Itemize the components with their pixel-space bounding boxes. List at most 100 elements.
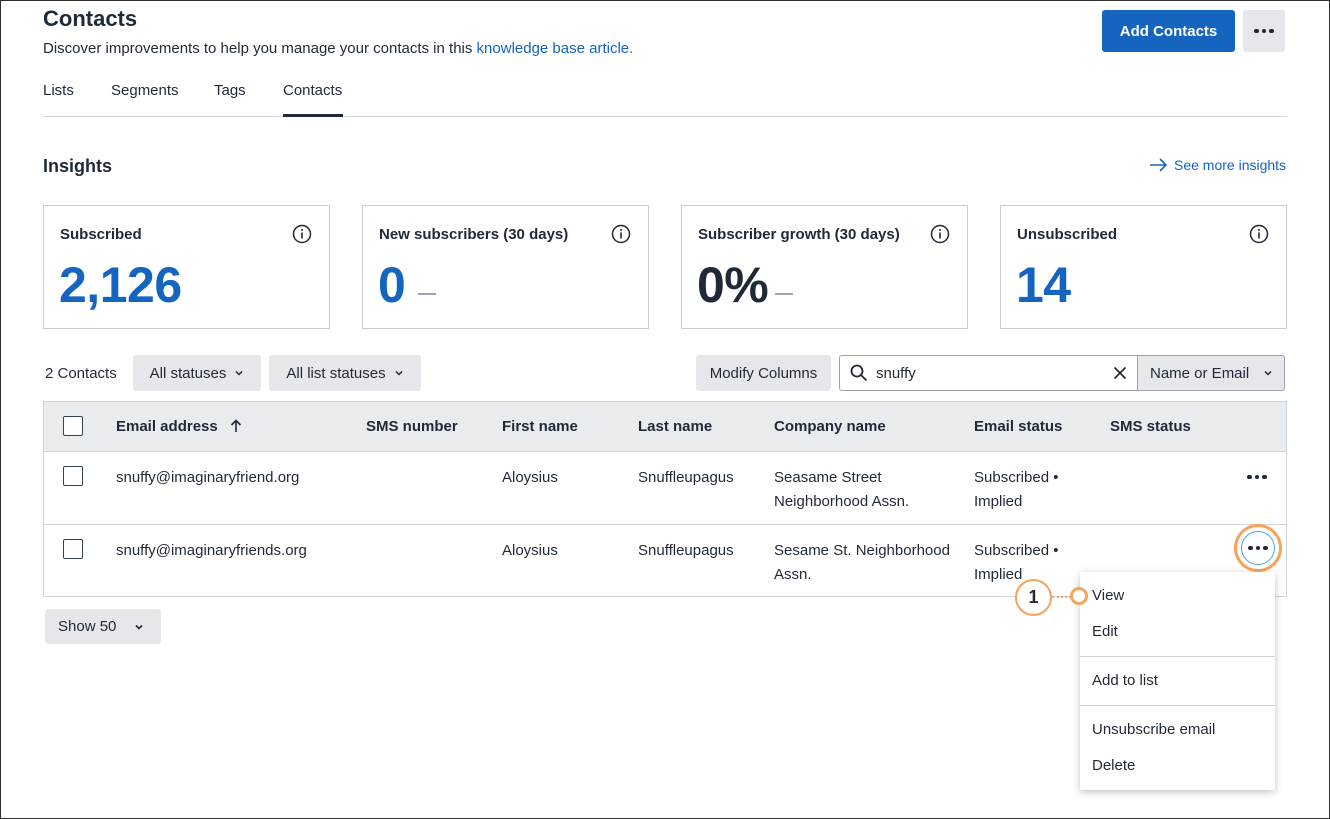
card-value: 0% [697,257,769,313]
search-box [839,355,1138,391]
column-header-company[interactable]: Company name [774,418,886,435]
page-size-label: Show 50 [58,618,117,635]
cell-company: Sesame St. Neighborhood Assn. [774,539,950,587]
trend-dash [775,293,793,295]
info-icon[interactable] [930,224,950,244]
select-all-checkbox[interactable] [63,416,83,436]
page-size-dropdown[interactable]: Show 50 [45,609,161,644]
subtitle-text: Discover improvements to help you manage… [43,40,477,57]
card-label: New subscribers (30 days) [379,226,569,243]
add-contacts-button[interactable]: Add Contacts [1102,10,1235,52]
cell-first-name: Aloysius [502,469,558,486]
column-header-sms-status[interactable]: SMS status [1110,418,1191,435]
list-status-filter-dropdown[interactable]: All list statuses [269,355,421,391]
sort-ascending-icon [230,419,241,432]
card-label: Subscribed [60,226,142,243]
cell-email-status-line: Implied [974,493,1023,510]
row-actions-button[interactable] [1246,466,1268,488]
search-scope-dropdown[interactable]: Name or Email [1138,355,1285,391]
card-label: Subscriber growth (30 days) [698,226,900,243]
cell-email-status-line: Subscribed • [974,542,1059,559]
cell-company-line: Neighborhood Assn. [774,493,910,510]
column-header-email-status[interactable]: Email status [974,418,1062,435]
search-icon [850,364,868,382]
info-icon[interactable] [292,224,312,244]
tab-contacts[interactable]: Contacts [283,82,343,117]
insight-card-subscribed: Subscribed 2,126 [43,205,330,329]
trend-dash [418,293,436,295]
search-scope-label: Name or Email [1150,364,1250,382]
column-header-first-name[interactable]: First name [502,418,578,435]
cell-company: Seasame Street Neighborhood Assn. [774,466,909,514]
info-icon[interactable] [611,224,631,244]
cell-last-name: Snuffleupagus [638,542,734,559]
tab-bar: Lists Segments Tags Contacts [43,82,1287,117]
callout-connector [1052,596,1071,598]
tab-lists[interactable]: Lists [43,82,75,117]
card-value: 2,126 [59,257,182,313]
table-row[interactable]: snuffy@imaginaryfriend.org Aloysius Snuf… [44,452,1286,525]
menu-divider [1080,705,1275,706]
menu-item-delete[interactable]: Delete [1092,757,1135,774]
insight-card-unsubscribed: Unsubscribed 14 [1000,205,1287,329]
cell-email[interactable]: snuffy@imaginaryfriend.org [116,466,299,490]
more-horizontal-icon [1254,28,1274,34]
row-actions-button-inner [1241,531,1275,565]
header-more-button[interactable] [1243,10,1285,52]
modify-columns-button[interactable]: Modify Columns [696,355,831,391]
chevron-down-icon [135,624,143,630]
cell-email-status-line: Subscribed • [974,469,1059,486]
cell-email-status: Subscribed • Implied [974,466,1058,514]
tab-segments[interactable]: Segments [111,82,179,117]
menu-item-view[interactable]: View [1092,587,1124,604]
cell-company-line: Sesame St. Neighborhood [774,542,950,559]
cell-company-line: Assn. [774,566,812,583]
chevron-down-icon [1264,370,1272,376]
card-label: Unsubscribed [1017,226,1118,243]
see-more-label: See more insights [1174,157,1287,173]
cell-company-line: Seasame Street [774,469,882,486]
status-filter-dropdown[interactable]: All statuses [133,355,261,391]
column-header-email[interactable]: Email address [116,418,242,435]
column-header-last-name[interactable]: Last name [638,418,712,435]
menu-item-edit[interactable]: Edit [1092,623,1118,640]
cell-last-name: Snuffleupagus [638,469,734,486]
clear-search-icon[interactable] [1113,366,1127,380]
contacts-count: 2 Contacts [45,365,117,382]
card-value: 0 [378,257,406,313]
table-header: Email address SMS number First name Last… [44,402,1286,452]
cell-email-status: Subscribed • Implied [974,539,1058,587]
column-header-sms[interactable]: SMS number [366,418,458,435]
see-more-insights-link[interactable]: See more insights [1150,157,1286,173]
search-input[interactable] [876,362,1106,384]
row-checkbox[interactable] [63,466,83,486]
page-title: Contacts [43,6,138,31]
cell-email[interactable]: snuffy@imaginaryfriends.org [116,539,307,563]
menu-divider [1080,656,1275,657]
cell-first-name: Aloysius [502,542,558,559]
chevron-down-icon [395,370,403,376]
knowledge-base-link[interactable]: knowledge base article. [477,40,634,57]
more-horizontal-icon [1248,545,1268,551]
row-actions-button-highlighted[interactable] [1234,524,1282,572]
row-actions-menu: View Edit Add to list Unsubscribe email … [1080,572,1275,790]
callout-target-dot [1070,587,1088,605]
menu-item-add-to-list[interactable]: Add to list [1092,672,1158,689]
tab-tags[interactable]: Tags [214,82,247,117]
insight-card-subscriber-growth: Subscriber growth (30 days) 0% [681,205,968,329]
card-value: 14 [1016,257,1071,313]
column-header-email-label: Email address [116,418,218,435]
more-horizontal-icon [1247,474,1267,480]
insight-card-new-subscribers: New subscribers (30 days) 0 [362,205,649,329]
menu-item-unsubscribe-email[interactable]: Unsubscribe email [1092,721,1215,738]
row-checkbox[interactable] [63,539,83,559]
arrow-right-icon [1150,158,1168,172]
list-status-filter-label: All list statuses [286,364,386,382]
chevron-down-icon [235,370,243,376]
insights-title: Insights [43,156,113,176]
contacts-table: Email address SMS number First name Last… [43,401,1287,597]
callout-badge: 1 [1015,579,1052,616]
page-subtitle: Discover improvements to help you manage… [43,40,633,57]
info-icon[interactable] [1249,224,1269,244]
status-filter-label: All statuses [149,364,227,382]
